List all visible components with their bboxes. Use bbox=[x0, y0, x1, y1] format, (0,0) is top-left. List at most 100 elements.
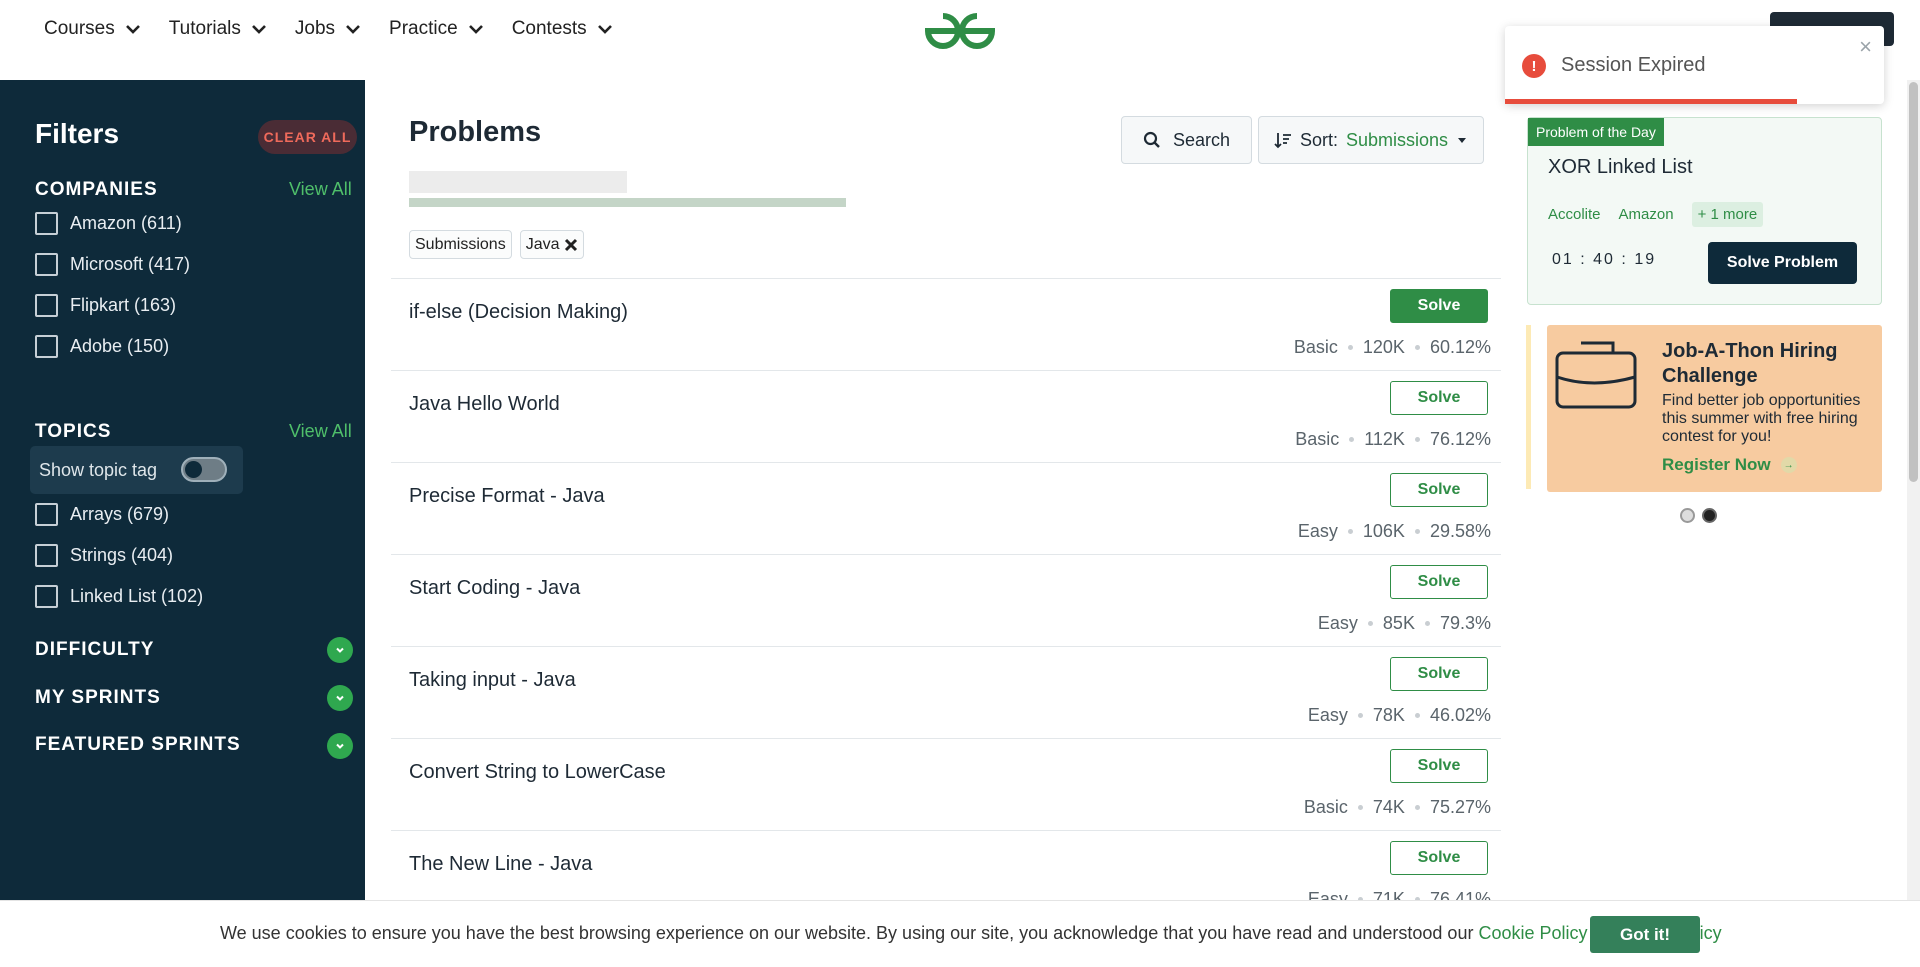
chevron-down-icon[interactable] bbox=[327, 685, 353, 711]
close-icon[interactable] bbox=[564, 238, 578, 252]
company-checkbox-microsoft[interactable]: Microsoft (417) bbox=[35, 253, 190, 276]
topic-checkbox-strings[interactable]: Strings (404) bbox=[35, 544, 173, 567]
chevron-down-icon bbox=[346, 25, 360, 34]
potd-title[interactable]: XOR Linked List bbox=[1548, 156, 1693, 179]
problem-accuracy: 60.12% bbox=[1429, 337, 1491, 357]
solve-problem-button[interactable]: Solve Problem bbox=[1708, 242, 1857, 284]
problem-row[interactable]: if-else (Decision Making) Solve Basic 120K 6… bbox=[391, 278, 1501, 370]
scrollbar-thumb[interactable] bbox=[1909, 82, 1918, 482]
checkbox[interactable] bbox=[35, 294, 58, 317]
company-checkbox-flipkart[interactable]: Flipkart (163) bbox=[35, 294, 176, 317]
timer-hours: 01 bbox=[1552, 251, 1574, 268]
nav-jobs[interactable]: Jobs bbox=[295, 18, 361, 40]
chevron-down-icon[interactable] bbox=[327, 733, 353, 759]
register-now-link[interactable]: Register Now → bbox=[1662, 455, 1797, 475]
problem-row[interactable]: Convert String to LowerCase Solve Basic 74K… bbox=[391, 738, 1501, 830]
separator-dot bbox=[1347, 529, 1353, 534]
problem-row[interactable]: Taking input - Java Solve Easy 78K 46.02% bbox=[391, 646, 1501, 738]
separator-dot bbox=[1357, 713, 1363, 718]
problem-list: if-else (Decision Making) Solve Basic 120K 6… bbox=[391, 278, 1501, 922]
clear-all-button[interactable]: CLEAR ALL bbox=[258, 120, 357, 154]
problem-difficulty: Basic bbox=[1303, 797, 1348, 817]
problem-row[interactable]: Java Hello World Solve Basic 112K 76.12% bbox=[391, 370, 1501, 462]
problem-title[interactable]: if-else (Decision Making) bbox=[409, 301, 628, 324]
job-a-thon-promo-banner[interactable]: Job-A-Thon Hiring Challenge Find better … bbox=[1547, 325, 1882, 492]
more-tags-badge[interactable]: + 1 more bbox=[1691, 202, 1764, 227]
checkbox[interactable] bbox=[35, 585, 58, 608]
chevron-down-icon bbox=[597, 25, 612, 34]
topic-checkbox-linked-list[interactable]: Linked List (102) bbox=[35, 585, 203, 608]
carousel-dot-active[interactable] bbox=[1702, 508, 1717, 523]
carousel-dot[interactable] bbox=[1680, 508, 1695, 523]
solve-button[interactable]: Solve bbox=[1390, 289, 1488, 323]
solve-button[interactable]: Solve bbox=[1390, 841, 1488, 875]
chevron-down-icon[interactable] bbox=[327, 637, 353, 663]
problem-title[interactable]: Java Hello World bbox=[409, 393, 560, 416]
checkbox-label: Amazon (611) bbox=[70, 213, 182, 233]
checkbox[interactable] bbox=[35, 503, 58, 526]
cookie-policy-link[interactable]: Cookie Policy bbox=[1478, 923, 1587, 943]
solve-button[interactable]: Solve bbox=[1390, 381, 1488, 415]
chevron-down-icon bbox=[468, 25, 483, 34]
solve-button[interactable]: Solve bbox=[1390, 749, 1488, 783]
checkbox[interactable] bbox=[35, 335, 58, 358]
problem-submissions: 106K bbox=[1362, 521, 1405, 541]
companies-view-all-link[interactable]: View All bbox=[289, 179, 352, 200]
checkbox[interactable] bbox=[35, 253, 58, 276]
chip-label: Java bbox=[525, 235, 560, 253]
checkbox[interactable] bbox=[35, 544, 58, 567]
problem-title[interactable]: Start Coding - Java bbox=[409, 577, 580, 600]
got-it-button[interactable]: Got it! bbox=[1590, 916, 1700, 953]
checkbox-label: Adobe (150) bbox=[70, 336, 170, 356]
sort-dropdown[interactable]: Sort: Submissions bbox=[1258, 116, 1484, 164]
nav-practice[interactable]: Practice bbox=[389, 18, 484, 40]
gfg-logo[interactable] bbox=[922, 10, 998, 52]
problem-submissions: 78K bbox=[1372, 705, 1405, 725]
toggle-switch[interactable] bbox=[181, 457, 227, 482]
nav-courses[interactable]: Courses bbox=[44, 18, 141, 40]
promo-description: Find better job opportunities this summe… bbox=[1662, 392, 1861, 445]
nav-contests[interactable]: Contests bbox=[512, 18, 613, 40]
problem-row[interactable]: Precise Format - Java Solve Easy 106K 29.58% bbox=[391, 462, 1501, 554]
problem-difficulty: Basic bbox=[1293, 337, 1338, 357]
difficulty-title[interactable]: DIFFICULTY bbox=[35, 639, 154, 661]
topics-view-all-link[interactable]: View All bbox=[289, 421, 352, 442]
featured-sprints-title[interactable]: FEATURED SPRINTS bbox=[35, 734, 241, 756]
timer-seconds: 19 bbox=[1634, 251, 1657, 268]
company-tag[interactable]: Accolite bbox=[1548, 206, 1601, 223]
problem-title[interactable]: Convert String to LowerCase bbox=[409, 761, 666, 784]
close-icon[interactable]: × bbox=[1859, 34, 1872, 60]
problem-submissions: 85K bbox=[1382, 613, 1415, 633]
timer-separator: : bbox=[1621, 251, 1628, 268]
company-tag[interactable]: Amazon bbox=[1619, 206, 1674, 223]
checkbox-label: Flipkart (163) bbox=[70, 295, 177, 315]
problem-accuracy: 29.58% bbox=[1429, 521, 1491, 541]
topics-title: TOPICS bbox=[35, 421, 112, 442]
my-sprints-title[interactable]: MY SPRINTS bbox=[35, 687, 161, 709]
arrow-right-icon: → bbox=[1780, 457, 1797, 473]
cookie-message: We use cookies to ensure you have the be… bbox=[220, 923, 1474, 943]
filter-chip-java[interactable]: Java bbox=[519, 230, 584, 259]
separator-dot bbox=[1424, 621, 1430, 626]
problem-title[interactable]: The New Line - Java bbox=[409, 853, 592, 876]
solve-button[interactable]: Solve bbox=[1390, 473, 1488, 507]
problem-title[interactable]: Taking input - Java bbox=[409, 669, 576, 692]
problem-title[interactable]: Precise Format - Java bbox=[409, 485, 605, 508]
company-checkbox-adobe[interactable]: Adobe (150) bbox=[35, 335, 169, 358]
show-topic-tag-toggle[interactable]: Show topic tag bbox=[30, 446, 243, 494]
filters-sidebar: Filters CLEAR ALL COMPANIES View All Ama… bbox=[0, 80, 365, 900]
filter-chip-submissions[interactable]: Submissions bbox=[409, 230, 512, 259]
topic-checkbox-arrays[interactable]: Arrays (679) bbox=[35, 503, 169, 526]
search-button[interactable]: Search bbox=[1121, 116, 1252, 164]
solve-button[interactable]: Solve bbox=[1390, 565, 1488, 599]
problem-difficulty: Basic bbox=[1295, 429, 1340, 449]
checkbox-label: Linked List (102) bbox=[70, 586, 204, 606]
cookie-text: We use cookies to ensure you have the be… bbox=[220, 923, 1722, 944]
solve-button[interactable]: Solve bbox=[1390, 657, 1488, 691]
checkbox[interactable] bbox=[35, 212, 58, 235]
company-checkbox-amazon[interactable]: Amazon (611) bbox=[35, 212, 182, 235]
problem-row[interactable]: Start Coding - Java Solve Easy 85K 79.3% bbox=[391, 554, 1501, 646]
nav-tutorials[interactable]: Tutorials bbox=[169, 18, 267, 40]
sort-value: Submissions bbox=[1345, 129, 1449, 150]
nav-label: Courses bbox=[44, 18, 115, 39]
